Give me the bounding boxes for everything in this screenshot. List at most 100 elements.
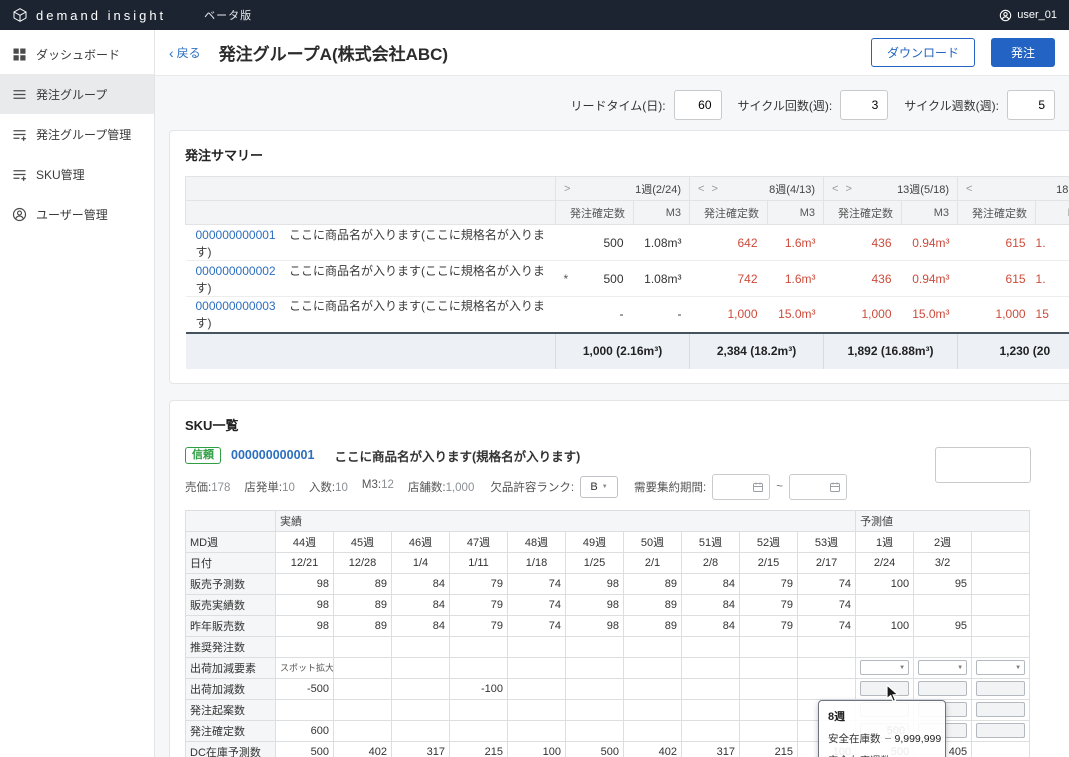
week-label: 13週(5/18) xyxy=(897,183,950,196)
page-title: 発注グループA(株式会社ABC) xyxy=(218,45,449,64)
cell-value: 74 xyxy=(548,577,561,590)
sku-code[interactable]: 000000000001 xyxy=(231,448,314,462)
cell-value: 89 xyxy=(664,619,677,632)
m3-value: 15.0m³ xyxy=(912,307,950,322)
period-end-input[interactable] xyxy=(788,473,847,500)
back-link[interactable]: ‹ 戻る xyxy=(169,44,201,61)
param-label: サイクル回数(週): xyxy=(737,98,833,113)
row-label: 日付 xyxy=(185,551,276,574)
user-menu[interactable]: user_01 xyxy=(999,9,1057,22)
cell-value: 47週 xyxy=(466,536,491,549)
cell-value[interactable] xyxy=(918,660,968,675)
cell-value: 12/28 xyxy=(348,556,377,569)
corner-cell xyxy=(185,509,276,532)
cell-value: 1/18 xyxy=(525,556,548,569)
sku-name: ここに商品名が入ります(規格名が入ります) xyxy=(334,449,581,464)
week-nav-arrows[interactable]: < > xyxy=(698,183,720,195)
sku-table-row: 出荷加減要素 スポット拡大 xyxy=(185,656,1031,679)
tooltip-lines: 安全在庫数 9,999,999 安全在庫週数 5.1 xyxy=(828,731,941,757)
sidebar-item-order-group-manage[interactable]: 発注グループ管理 xyxy=(0,114,154,154)
sku-stats: 売価:178 店発単:10 入数:10 M3:12 店舗数:1,000 xyxy=(185,479,488,495)
cell-value: 74 xyxy=(838,598,852,611)
download-button[interactable]: ダウンロード xyxy=(871,38,975,67)
cell-value: 95 xyxy=(954,619,968,632)
row-label: 発注起案数 xyxy=(185,698,276,721)
cell-value[interactable] xyxy=(918,681,968,696)
sku-code-link[interactable]: 000000000001 xyxy=(196,228,276,242)
cell-value: 79 xyxy=(780,598,793,611)
cell-value: 2/1 xyxy=(644,556,661,569)
m3-value: 15.0m³ xyxy=(778,307,816,322)
tooltip-label: 安全在庫週数 xyxy=(828,753,891,757)
sku-table-row: MD週 44週 45週 46週 47週 48週 49週 50週 51週 52週 … xyxy=(185,530,1031,553)
row-label: MD週 xyxy=(185,530,276,553)
cell-value: 89 xyxy=(374,619,387,632)
qty-value: 615 xyxy=(1005,235,1026,250)
stat-label: 入数: xyxy=(308,481,336,494)
m3-value: 1. xyxy=(1035,235,1046,250)
cell-value: 89 xyxy=(374,577,387,590)
cell-value[interactable] xyxy=(860,681,910,696)
cell-value: 3/2 xyxy=(934,556,951,569)
rank-select[interactable]: B ▼ xyxy=(580,475,619,498)
cell-value: 2週 xyxy=(934,536,952,549)
week-nav-arrows[interactable]: > xyxy=(564,183,572,195)
rank-value: B xyxy=(590,480,598,493)
cell-value: -500 xyxy=(306,682,329,695)
dashboard-icon xyxy=(12,47,27,62)
note-asterisk: * xyxy=(563,271,569,286)
stat-value: 1,000 xyxy=(445,481,475,494)
sidebar-item-dashboard[interactable]: ダッシュボード xyxy=(0,34,154,74)
summary-total-value: 1,230 (20 xyxy=(957,331,1069,369)
m3-value: 1. xyxy=(1035,271,1046,286)
cell-value: 2/8 xyxy=(702,556,719,569)
sidebar-item-user-manage[interactable]: ユーザー管理 xyxy=(0,194,154,234)
qty-value: 1,000 xyxy=(995,307,1026,322)
period-start-input[interactable] xyxy=(712,473,771,500)
week-nav-arrows[interactable]: < xyxy=(966,183,974,195)
cell-value: 1/25 xyxy=(583,556,606,569)
sku-table-row: 販売実績数 98 89 84 79 74 98 89 84 79 74 xyxy=(185,593,1031,616)
sidebar-item-order-group[interactable]: 発注グループ xyxy=(0,74,154,114)
param-input[interactable] xyxy=(1007,90,1055,120)
cell-value[interactable] xyxy=(860,660,910,675)
forecast-group-header: 予測値 xyxy=(855,509,1031,532)
cell-value[interactable] xyxy=(976,723,1026,738)
qty-value: 615 xyxy=(1005,271,1026,286)
tooltip-line: 安全在庫数 9,999,999 xyxy=(828,731,941,746)
page-header: ‹ 戻る 発注グループA(株式会社ABC) ダウンロード 発注 xyxy=(155,30,1069,76)
list-plus-icon xyxy=(12,127,27,142)
sku-table-row: 日付 12/21 12/28 1/4 1/11 1/18 1/25 2/1 2/… xyxy=(185,551,1031,574)
tooltip-leader-line xyxy=(884,738,891,739)
order-button[interactable]: 発注 xyxy=(991,38,1055,67)
cell-value: 2/24 xyxy=(873,556,896,569)
stat-item: 売価:178 xyxy=(185,479,230,495)
m3-column-header: M3 xyxy=(1035,200,1069,225)
cell-value[interactable] xyxy=(976,660,1026,675)
summary-total-label-cell xyxy=(185,331,556,369)
param-input[interactable] xyxy=(840,90,889,120)
actual-group-header: 実績 xyxy=(274,509,857,532)
period-label: 需要集約期間: xyxy=(634,481,707,494)
m3-value: 1.6m³ xyxy=(784,235,816,250)
cell-value: 98 xyxy=(606,598,619,611)
back-label: 戻る xyxy=(176,46,201,60)
beta-badge: ベータ版 xyxy=(204,10,253,22)
cell-value: 74 xyxy=(838,619,852,632)
sku-code-link[interactable]: 000000000003 xyxy=(196,299,276,313)
param-input[interactable] xyxy=(673,90,722,120)
sidebar-item-sku-manage[interactable]: SKU管理 xyxy=(0,154,154,194)
qty-value: 500 xyxy=(603,235,624,250)
cell-value: 45週 xyxy=(350,536,375,549)
sku-code-link[interactable]: 000000000002 xyxy=(196,264,276,278)
cell-value: 79 xyxy=(490,598,503,611)
cell-value[interactable] xyxy=(976,702,1026,717)
week-nav-arrows[interactable]: < > xyxy=(832,183,854,195)
summary-total-value: 1,000 (2.16m³) xyxy=(554,331,690,369)
empty-input-box[interactable] xyxy=(935,446,1031,483)
cell-value: 1週 xyxy=(876,536,894,549)
cell-value[interactable] xyxy=(976,681,1026,696)
week-label: 1週(2/24) xyxy=(635,183,682,196)
cell-value: 402 xyxy=(658,745,677,757)
qty-value: 742 xyxy=(737,271,758,286)
